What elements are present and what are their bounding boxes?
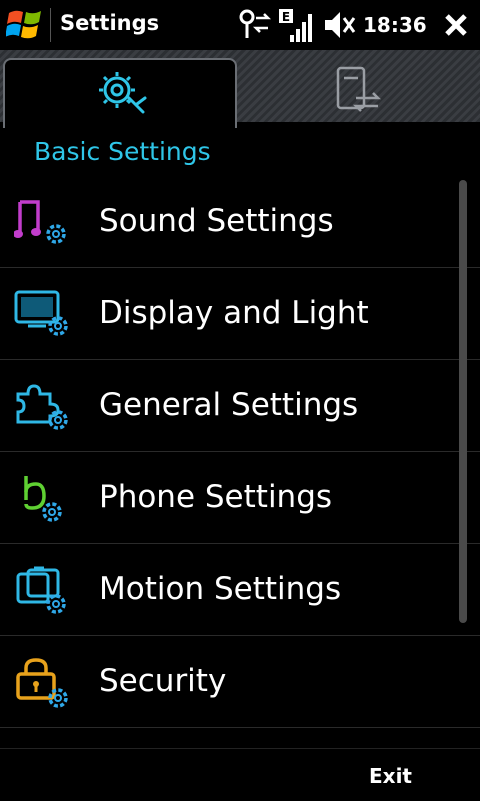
list-item-general-settings[interactable]: General Settings	[0, 360, 480, 452]
status-bar: Settings E 18:36	[0, 0, 480, 50]
speaker-muted-icon[interactable]	[322, 8, 356, 42]
section-header: Basic Settings	[34, 137, 211, 166]
list-item-motion-settings[interactable]: Motion Settings	[0, 544, 480, 636]
scrollbar[interactable]	[459, 180, 467, 623]
general-settings-icon	[16, 384, 68, 430]
tab-communication-settings[interactable]	[240, 58, 478, 122]
app-title: Settings	[60, 11, 160, 35]
security-icon	[16, 658, 68, 708]
tab-basic-settings[interactable]	[3, 58, 237, 128]
display-settings-icon	[14, 290, 68, 336]
list-item-sound-settings[interactable]: Sound Settings	[0, 176, 480, 268]
signal-strength-icon: E	[279, 9, 312, 42]
status-divider	[50, 8, 51, 42]
list-item-security[interactable]: Security	[0, 636, 480, 728]
phone-settings-icon	[24, 476, 62, 522]
list-item-label: Display and Light	[99, 295, 369, 331]
list-item-phone-settings[interactable]: Phone Settings	[0, 452, 480, 544]
exit-softkey[interactable]: Exit	[369, 764, 412, 788]
list-item-label: Phone Settings	[99, 479, 333, 515]
list-item-label: Sound Settings	[99, 203, 334, 239]
clock[interactable]: 18:36	[363, 13, 427, 37]
connectivity-icon[interactable]	[236, 8, 272, 42]
settings-gear-icon	[99, 72, 147, 114]
data-transfer-icon	[336, 66, 382, 112]
sound-settings-icon	[14, 200, 66, 244]
list-item-display-and-light[interactable]: Display and Light	[0, 268, 480, 360]
close-icon[interactable]	[440, 8, 472, 42]
settings-list: Sound Settings Display and Light General…	[0, 176, 480, 728]
list-item-label: Security	[99, 663, 227, 699]
list-item-label: Motion Settings	[99, 571, 342, 607]
start-menu-icon[interactable]	[6, 7, 44, 43]
list-item-label: General Settings	[99, 387, 359, 423]
svg-text:E: E	[282, 10, 290, 24]
motion-settings-icon	[16, 566, 66, 614]
